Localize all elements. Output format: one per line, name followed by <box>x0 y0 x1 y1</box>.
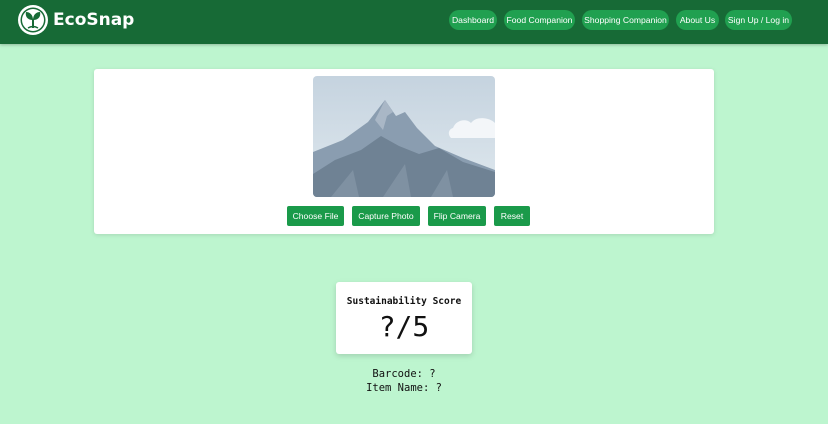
sustainability-score-card: Sustainability Score ?/5 <box>336 282 472 354</box>
mountain-placeholder-image <box>313 76 495 197</box>
nav-food-companion[interactable]: Food Companion <box>504 10 575 30</box>
barcode-text: Barcode: ? <box>372 368 436 380</box>
choose-file-button[interactable]: Choose File <box>287 206 344 226</box>
nav-dashboard[interactable]: Dashboard <box>449 10 497 30</box>
nav-sign-up-log-in[interactable]: Sign Up / Log in <box>725 10 792 30</box>
item-name-text: Item Name: ? <box>366 382 442 394</box>
leaf-sprout-icon[interactable] <box>17 4 49 36</box>
reset-button[interactable]: Reset <box>494 206 530 226</box>
score-title: Sustainability Score <box>346 296 462 307</box>
top-navbar: EcoSnap Dashboard Food Companion Shoppin… <box>0 0 828 44</box>
brand-name[interactable]: EcoSnap <box>53 10 134 30</box>
nav-shopping-companion[interactable]: Shopping Companion <box>582 10 669 30</box>
nav-about-us[interactable]: About Us <box>676 10 719 30</box>
flip-camera-button[interactable]: Flip Camera <box>428 206 486 226</box>
score-value: ?/5 <box>378 310 430 343</box>
capture-photo-button[interactable]: Capture Photo <box>352 206 420 226</box>
